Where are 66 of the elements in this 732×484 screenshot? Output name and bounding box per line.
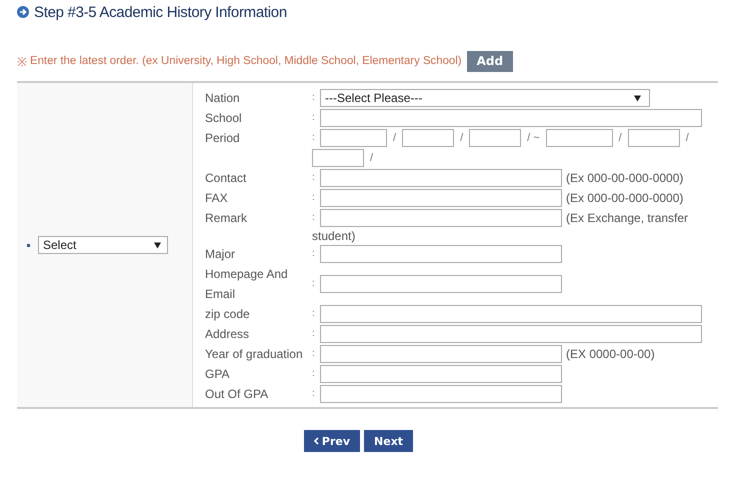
add-button[interactable]: Add bbox=[466, 50, 514, 72]
reference-mark: ※ bbox=[17, 54, 27, 70]
input-field[interactable] bbox=[320, 169, 562, 187]
nation-select[interactable]: ---Select Please--- bbox=[320, 89, 650, 107]
field-label: zip code bbox=[205, 306, 251, 323]
input-field[interactable] bbox=[320, 325, 702, 343]
hint-text: (Ex 000-00-000-0000) bbox=[566, 170, 684, 187]
input-field[interactable] bbox=[402, 129, 454, 147]
input-field[interactable] bbox=[320, 345, 562, 363]
prev-button[interactable]: Prev bbox=[304, 430, 360, 452]
input-field[interactable] bbox=[320, 189, 562, 207]
field-label: Out Of GPA bbox=[205, 386, 270, 403]
colon-text: : bbox=[312, 277, 316, 291]
field-label: Contact bbox=[205, 170, 248, 187]
input-field[interactable] bbox=[320, 129, 387, 147]
field-label: Year of graduation bbox=[205, 346, 304, 363]
input-field[interactable] bbox=[320, 305, 702, 323]
bullet-icon bbox=[27, 244, 30, 246]
field-label: Major bbox=[205, 246, 236, 263]
colon-text: : bbox=[312, 367, 316, 381]
input-field[interactable] bbox=[469, 129, 522, 147]
colon-text: : bbox=[312, 387, 316, 401]
entry-select[interactable]: Select bbox=[38, 236, 168, 254]
hint-text: (Ex Exchange, transfer bbox=[566, 210, 688, 227]
field-label: Nation bbox=[205, 90, 241, 107]
colon-text: : bbox=[312, 111, 316, 125]
field-label: Remark bbox=[205, 210, 248, 227]
separator-text: / bbox=[370, 151, 374, 166]
section-title: Step #3-5 Academic History Information bbox=[34, 4, 287, 20]
arrow-right-icon bbox=[17, 6, 29, 18]
colon-text: : bbox=[312, 91, 316, 105]
colon-text: : bbox=[312, 307, 316, 321]
colon-text: : bbox=[312, 171, 316, 185]
separator-text: / bbox=[686, 131, 689, 146]
hint-text: (EX 0000-00-00) bbox=[566, 346, 655, 363]
colon-text: : bbox=[312, 247, 316, 261]
input-field[interactable] bbox=[320, 245, 562, 263]
colon-text: : bbox=[312, 211, 316, 225]
chevron-left-icon bbox=[314, 437, 319, 445]
input-field[interactable] bbox=[320, 109, 702, 127]
colon-text: : bbox=[312, 131, 316, 145]
field-label: FAX bbox=[205, 190, 229, 207]
caret-icon bbox=[634, 94, 641, 102]
field-label: GPA bbox=[205, 366, 230, 383]
input-field[interactable] bbox=[546, 129, 613, 147]
field-label: Address bbox=[205, 326, 250, 343]
separator-text: / bbox=[393, 131, 396, 146]
separator-text: / ~ bbox=[527, 131, 540, 146]
input-field[interactable] bbox=[320, 209, 562, 227]
input-field[interactable] bbox=[320, 365, 562, 383]
colon-text: : bbox=[312, 191, 316, 205]
next-button[interactable]: Next bbox=[364, 430, 414, 452]
notice-text: Enter the latest order. (ex University, High School, Middle School, Elementary School) bbox=[30, 55, 462, 67]
hint-text: student) bbox=[312, 228, 356, 244]
colon-text: : bbox=[312, 347, 316, 361]
separator-text: / bbox=[618, 131, 622, 146]
caret-icon bbox=[154, 242, 161, 248]
field-label: School bbox=[205, 110, 243, 127]
input-field[interactable] bbox=[320, 275, 562, 293]
hint-text: (Ex 000-00-000-0000) bbox=[566, 190, 684, 207]
field-label: Period bbox=[205, 130, 241, 147]
input-field[interactable] bbox=[628, 129, 680, 147]
colon-text: : bbox=[312, 327, 316, 341]
input-field[interactable] bbox=[312, 149, 364, 167]
input-field[interactable] bbox=[320, 385, 562, 403]
separator-text: / bbox=[460, 131, 464, 146]
